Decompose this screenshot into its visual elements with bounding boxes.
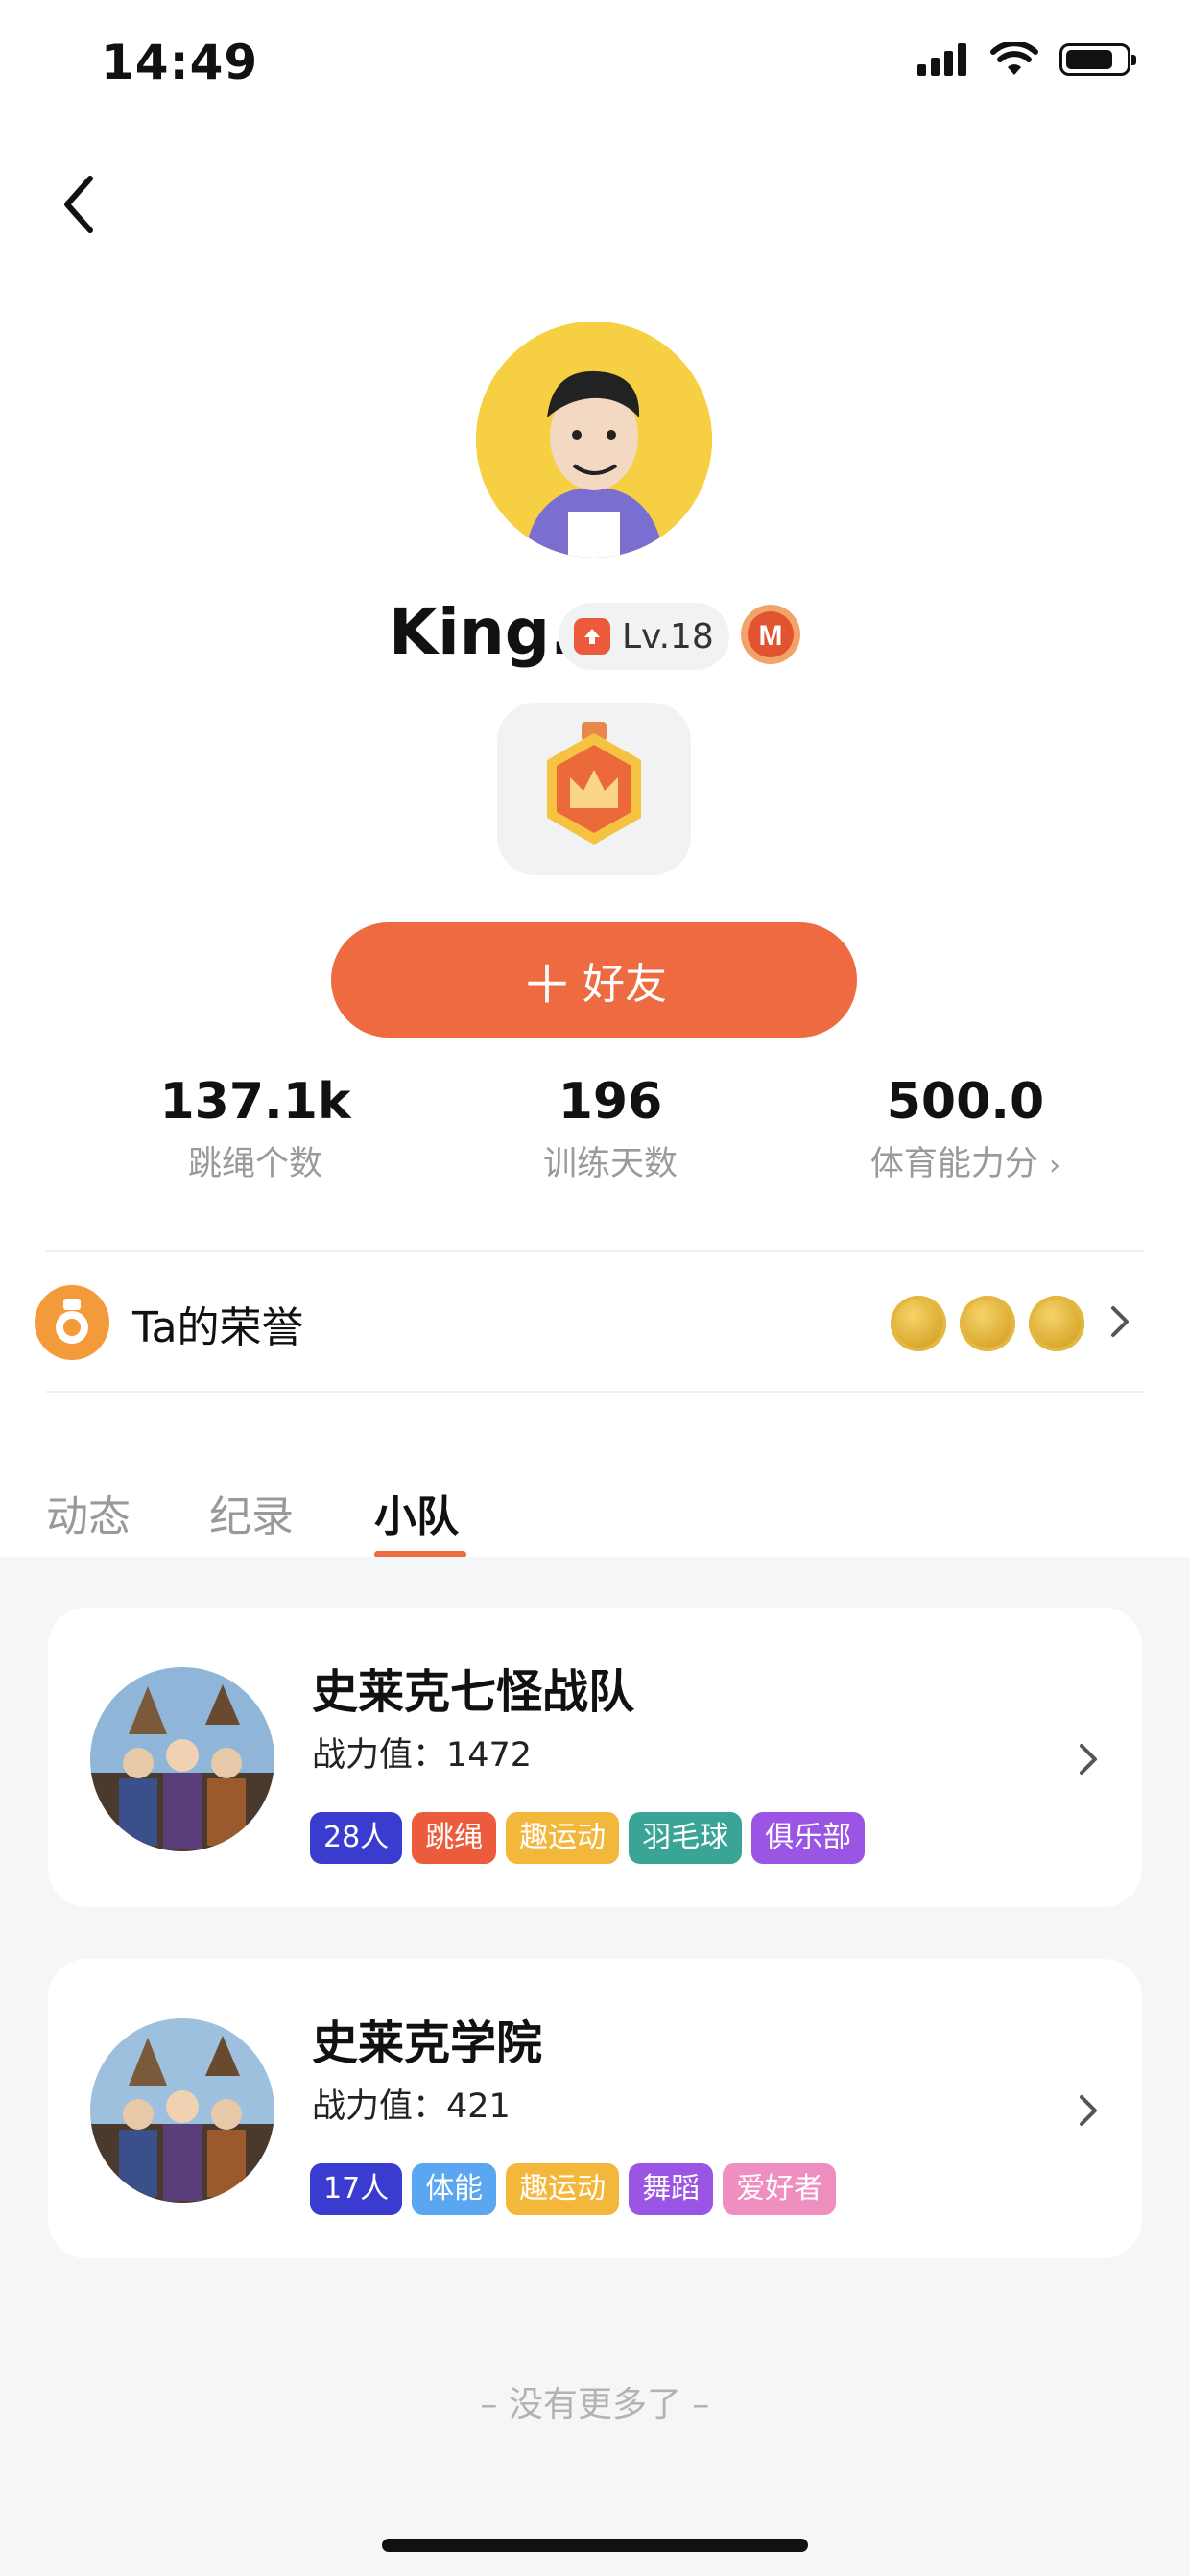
team-name: 史莱克七怪战队: [312, 1665, 635, 1719]
no-more-text: – 没有更多了 –: [480, 2385, 710, 2424]
team-name: 史莱克学院: [312, 2016, 543, 2070]
stat-value: 196: [558, 1073, 663, 1131]
tag: 羽毛球: [629, 1812, 743, 1864]
tag: 体能: [412, 2163, 497, 2215]
tab-dynamics[interactable]: 动态: [46, 1482, 131, 1543]
team-card[interactable]: 史莱克学院 战力值：421 17人 体能 趣运动 舞蹈 爱好者: [48, 1959, 1142, 2258]
stat-label: 体育能力分 ›: [869, 1145, 1061, 1183]
honor-coin-icon: [1029, 1296, 1084, 1351]
team-tags: 28人 跳绳 趣运动 羽毛球 俱乐部: [310, 1812, 866, 1864]
tag: 趣运动: [506, 2163, 620, 2215]
level-badge[interactable]: Lv.18: [559, 603, 729, 670]
profile-name-row: King. Lv.18 M: [0, 595, 1190, 681]
stat-value: 137.1k: [159, 1073, 351, 1131]
honor-title: Ta的荣誉: [132, 1303, 304, 1352]
tag-members: 17人: [310, 2163, 403, 2215]
tab-records[interactable]: 纪录: [209, 1482, 294, 1543]
honor-row[interactable]: Ta的荣誉: [27, 1252, 1140, 1393]
stat-label: 训练天数: [542, 1145, 678, 1183]
team-tags: 17人 体能 趣运动 舞蹈 爱好者: [310, 2163, 837, 2215]
chevron-right-icon: [1111, 1306, 1129, 1337]
add-friend-button[interactable]: ＋ 好友: [331, 922, 857, 1038]
tag: 跳绳: [412, 1812, 497, 1864]
level-up-icon: [574, 618, 610, 655]
back-arrow-icon: [64, 176, 93, 233]
stat-ability-score[interactable]: 500.0 体育能力分 ›: [793, 1073, 1138, 1185]
status-time: 14:49: [101, 35, 259, 90]
avatar-illustration: [476, 322, 712, 558]
tag: 舞蹈: [629, 2163, 714, 2215]
battery-icon: [1059, 43, 1136, 76]
plus-icon: ＋: [521, 954, 573, 1015]
back-button[interactable]: [56, 171, 113, 238]
chevron-right-icon: [1080, 2095, 1097, 2126]
status-icons: [917, 42, 1136, 77]
chevron-right-icon: [1080, 1744, 1097, 1775]
stat-label: 跳绳个数: [187, 1145, 322, 1183]
add-friend-label: 好友: [583, 960, 667, 1009]
tag: 爱好者: [723, 2163, 837, 2215]
crown-medal-icon: [547, 722, 641, 845]
avatar[interactable]: [476, 322, 712, 558]
tab-team[interactable]: 小队: [374, 1482, 459, 1543]
team-card[interactable]: 史莱克七怪战队 战力值：1472 28人 跳绳 趣运动 羽毛球 俱乐部: [48, 1608, 1142, 1907]
stat-value: 500.0: [886, 1073, 1045, 1131]
honor-medal-icon: [35, 1285, 109, 1360]
home-indicator[interactable]: [382, 2539, 808, 2552]
tab-bar: 动态 纪录 小队: [0, 1449, 1190, 1558]
team-power: 战力值：421: [312, 2087, 511, 2126]
chevron-right-icon: ›: [1049, 1149, 1061, 1182]
honor-coin-icon: [891, 1296, 946, 1351]
team-avatar: [90, 2018, 274, 2203]
tag: 趣运动: [506, 1812, 620, 1864]
divider: [46, 1391, 1144, 1393]
tag-members: 28人: [310, 1812, 403, 1864]
stat-jump-count: 137.1k 跳绳个数: [83, 1073, 428, 1185]
stat-training-days: 196 训练天数: [438, 1073, 783, 1185]
honor-coin-icon: [960, 1296, 1015, 1351]
divider: [46, 1250, 1144, 1252]
crown-medal-box[interactable]: [497, 703, 691, 875]
cellular-signal-icon: [917, 43, 966, 76]
level-text: Lv.18: [622, 616, 714, 656]
membership-badge-icon[interactable]: M: [739, 603, 802, 666]
team-avatar: [90, 1667, 274, 1851]
team-power: 战力值：1472: [312, 1736, 533, 1775]
svg-text:M: M: [759, 620, 783, 652]
tag: 俱乐部: [751, 1812, 866, 1864]
wifi-icon: [990, 42, 1038, 75]
user-name: King.: [389, 595, 575, 669]
